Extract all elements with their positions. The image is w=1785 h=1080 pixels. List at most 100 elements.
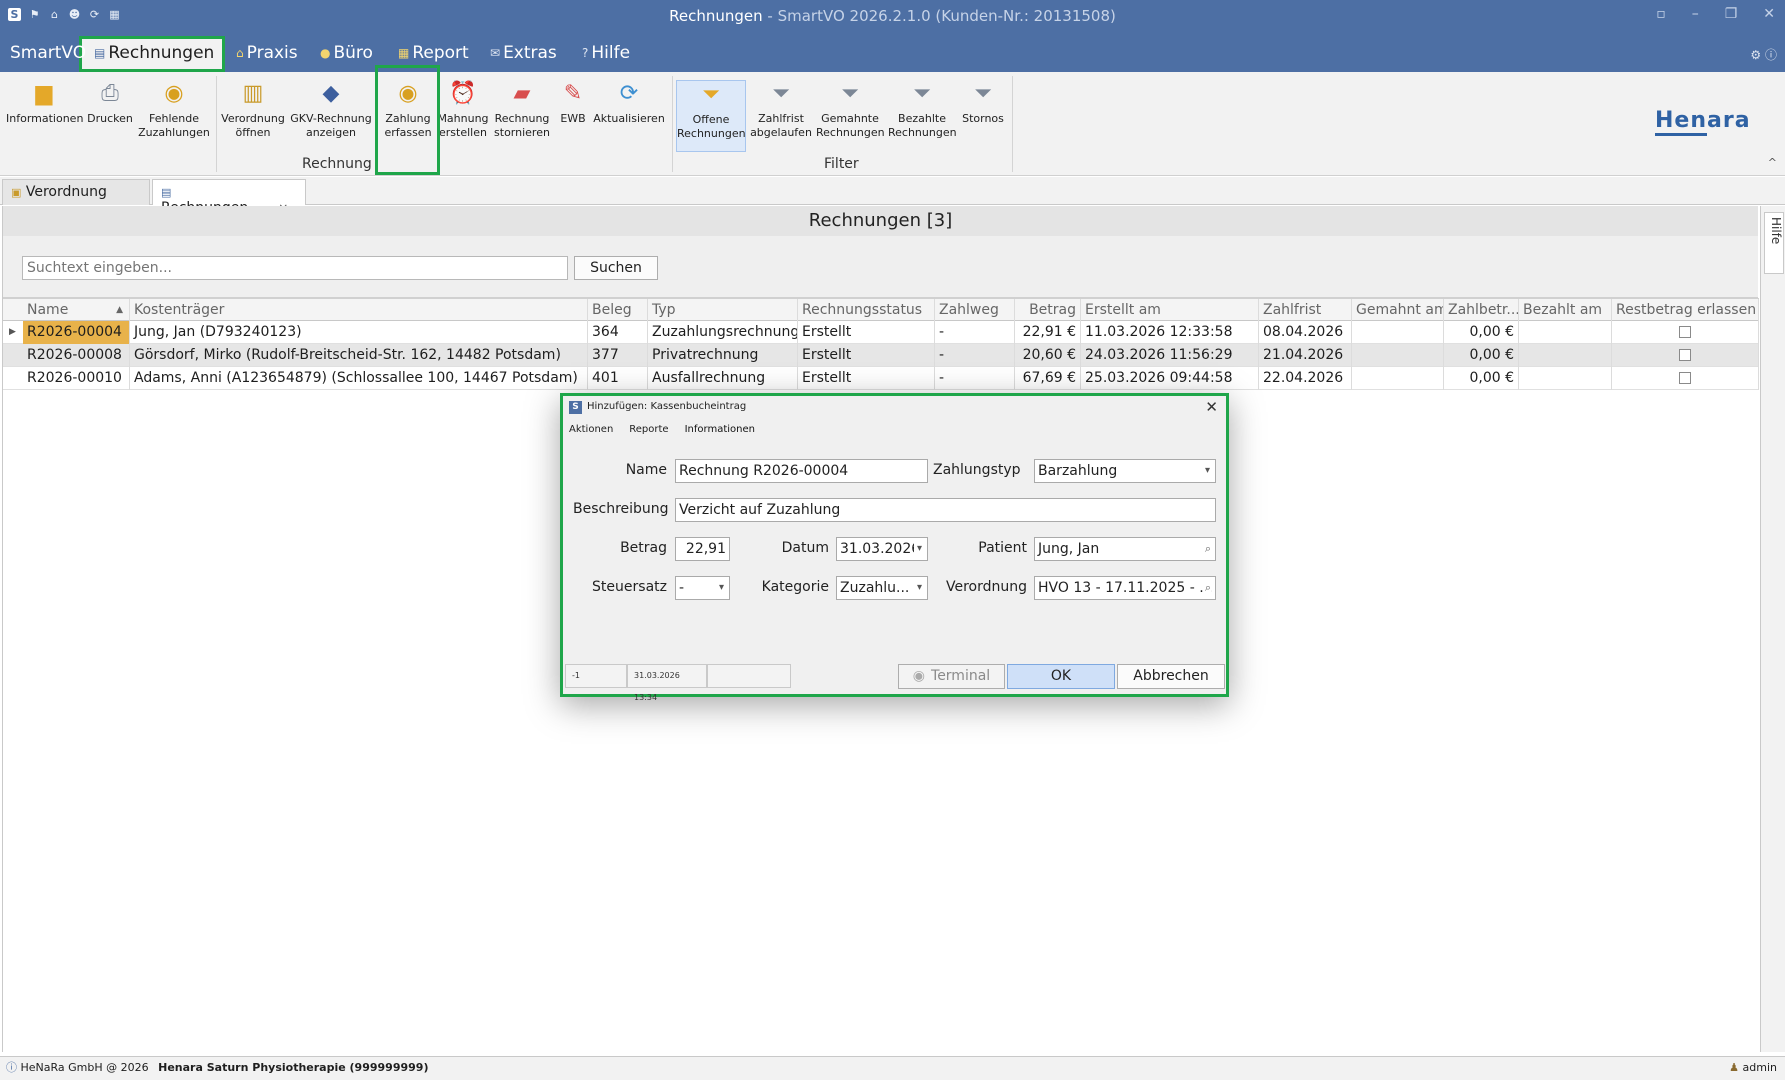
col-zahlbetrag[interactable]: Zahlbetr... — [1444, 299, 1519, 322]
dialog-close-icon[interactable]: ✕ — [1205, 396, 1218, 418]
cell-beleg[interactable]: 364 — [588, 321, 648, 344]
patient-lookup[interactable]: Jung, Jan ⌕ — [1034, 537, 1216, 561]
cell-name[interactable]: R2026-00008 — [23, 344, 130, 367]
menu-buero[interactable]: ● Büro — [320, 41, 373, 65]
cell-kostentraeger[interactable]: Jung, Jan (D793240123) — [130, 321, 588, 344]
mahnung-erstellen-button[interactable]: ⏰ Mahnung erstellen — [436, 80, 490, 140]
ok-button[interactable]: OK — [1007, 664, 1115, 689]
fehlende-zuzahlungen-button[interactable]: ◉ Fehlende Zuzahlungen — [138, 80, 210, 140]
minimize-icon[interactable]: – — [1692, 6, 1699, 22]
cell-typ[interactable]: Privatrechnung — [648, 344, 798, 367]
tab-verordnung[interactable]: ▣ Verordnung — [2, 179, 150, 205]
close-icon[interactable]: ✕ — [1763, 6, 1775, 22]
tab-rechnungen[interactable]: ▤ Rechnungen× — [152, 179, 306, 216]
cell-beleg[interactable]: 377 — [588, 344, 648, 367]
cell-zahlfrist[interactable]: 08.04.2026 — [1259, 321, 1352, 344]
cell-betrag[interactable]: 20,60 € — [1015, 344, 1081, 367]
restbetrag-checkbox[interactable] — [1679, 349, 1691, 361]
options-icon[interactable]: ⚙ ⓘ — [1750, 46, 1777, 63]
search-icon[interactable]: ⌕ — [1205, 538, 1211, 560]
restbetrag-checkbox[interactable] — [1679, 326, 1691, 338]
restbetrag-checkbox[interactable] — [1679, 372, 1691, 384]
cell-gemahnt-am[interactable] — [1352, 367, 1444, 390]
menu-praxis[interactable]: ⌂ Praxis — [236, 41, 298, 65]
cell-name[interactable]: R2026-00010 — [23, 367, 130, 390]
col-erstellt-am[interactable]: Erstellt am — [1081, 299, 1259, 322]
search-input[interactable] — [22, 256, 568, 280]
drucken-button[interactable]: ⎙ Drucken — [86, 80, 134, 126]
dialog-menu-reporte[interactable]: Reporte — [629, 424, 668, 435]
ribbon-collapse-icon[interactable]: ^ — [1768, 156, 1777, 169]
cell-zahlbetrag[interactable]: 0,00 € — [1444, 367, 1519, 390]
cell-erstellt-am[interactable]: 24.03.2026 11:56:29 — [1081, 344, 1259, 367]
datum-field[interactable]: 31.03.2026 ▾ — [836, 537, 928, 561]
filter-bezahlte-rechnungen[interactable]: ⏷ Bezahlte Rechnungen — [888, 80, 957, 140]
steuersatz-select[interactable]: - ▾ — [675, 576, 730, 600]
ewb-button[interactable]: ✎ EWB — [556, 80, 590, 126]
filter-zahlfrist-abgelaufen[interactable]: ⏷ Zahlfrist abgelaufen — [750, 80, 812, 140]
aktualisieren-button[interactable]: ⟳ Aktualisieren — [592, 80, 666, 126]
cell-kostentraeger[interactable]: Adams, Anni (A123654879) (Schlossallee 1… — [130, 367, 588, 390]
table-row[interactable]: R2026-00008 Görsdorf, Mirko (Rudolf-Brei… — [3, 344, 1759, 367]
menu-hilfe[interactable]: ? Hilfe — [582, 41, 630, 65]
cancel-button[interactable]: Abbrechen — [1117, 664, 1225, 689]
col-zahlweg[interactable]: Zahlweg — [935, 299, 1015, 322]
cell-betrag[interactable]: 22,91 € — [1015, 321, 1081, 344]
col-rechnungsstatus[interactable]: Rechnungsstatus — [798, 299, 935, 322]
side-tab-hilfe[interactable]: Hilfe — [1764, 212, 1784, 274]
cell-zahlbetrag[interactable]: 0,00 € — [1444, 321, 1519, 344]
cell-betrag[interactable]: 67,69 € — [1015, 367, 1081, 390]
col-name[interactable]: Name ▲ — [23, 299, 130, 322]
cell-bezahlt-am[interactable] — [1519, 344, 1612, 367]
verordnung-lookup[interactable]: HVO 13 - 17.11.2025 - ... ⌕ — [1034, 576, 1216, 600]
cell-bezahlt-am[interactable] — [1519, 367, 1612, 390]
cell-name[interactable]: R2026-00004 — [23, 321, 130, 344]
cell-zahlweg[interactable]: - — [935, 321, 1015, 344]
cell-typ[interactable]: Zuzahlungsrechnung — [648, 321, 798, 344]
cell-zahlfrist[interactable]: 22.04.2026 — [1259, 367, 1352, 390]
filter-stornos[interactable]: ⏷ Stornos — [958, 80, 1008, 126]
col-typ[interactable]: Typ — [648, 299, 798, 322]
menu-extras[interactable]: ✉ Extras — [490, 41, 557, 65]
search-button[interactable]: Suchen — [574, 256, 658, 280]
cell-gemahnt-am[interactable] — [1352, 321, 1444, 344]
col-kostentraeger[interactable]: Kostenträger — [130, 299, 588, 322]
menu-report[interactable]: ▦ Report — [398, 41, 469, 65]
verordnung-oeffnen-button[interactable]: ▥ Verordnung öffnen — [220, 80, 286, 140]
terminal-button[interactable]: ◉ Terminal — [898, 664, 1005, 689]
col-zahlfrist[interactable]: Zahlfrist — [1259, 299, 1352, 322]
cell-kostentraeger[interactable]: Görsdorf, Mirko (Rudolf-Breitscheid-Str.… — [130, 344, 588, 367]
cell-typ[interactable]: Ausfallrechnung — [648, 367, 798, 390]
name-field[interactable]: Rechnung R2026-00004 — [675, 459, 928, 483]
cell-bezahlt-am[interactable] — [1519, 321, 1612, 344]
filter-offene-rechnungen[interactable]: ⏷ Offene Rechnungen — [676, 80, 746, 152]
gkv-rechnung-button[interactable]: ◆ GKV-Rechnung anzeigen — [290, 80, 372, 140]
informationen-button[interactable]: ▆ Informationen — [6, 80, 83, 126]
cell-erstellt-am[interactable]: 11.03.2026 12:33:58 — [1081, 321, 1259, 344]
cell-gemahnt-am[interactable] — [1352, 344, 1444, 367]
search-icon[interactable]: ⌕ — [1202, 577, 1211, 599]
dialog-menu-aktionen[interactable]: Aktionen — [569, 424, 613, 435]
col-bezahlt-am[interactable]: Bezahlt am — [1519, 299, 1612, 322]
cell-zahlweg[interactable]: - — [935, 344, 1015, 367]
filter-gemahnte-rechnungen[interactable]: ⏷ Gemahnte Rechnungen — [816, 80, 885, 140]
maximize-icon[interactable]: ❐ — [1725, 6, 1738, 22]
kategorie-select[interactable]: Zuzahlu... ▾ — [836, 576, 928, 600]
col-beleg[interactable]: Beleg — [588, 299, 648, 322]
cell-zahlfrist[interactable]: 21.04.2026 — [1259, 344, 1352, 367]
cell-zahlbetrag[interactable]: 0,00 € — [1444, 344, 1519, 367]
table-row[interactable]: ▶ R2026-00004 Jung, Jan (D793240123) 364… — [3, 321, 1759, 344]
col-restbetrag-erlassen[interactable]: Restbetrag erlassen — [1612, 299, 1759, 322]
zahlungstyp-select[interactable]: Barzahlung ▾ — [1034, 459, 1216, 483]
restore-layout-icon[interactable]: ▫ — [1656, 6, 1666, 22]
cell-beleg[interactable]: 401 — [588, 367, 648, 390]
status-user[interactable]: ♟ admin — [1729, 1057, 1777, 1079]
beschreibung-field[interactable]: Verzicht auf Zuzahlung — [675, 498, 1216, 522]
cell-erstellt-am[interactable]: 25.03.2026 09:44:58 — [1081, 367, 1259, 390]
col-gemahnt-am[interactable]: Gemahnt am — [1352, 299, 1444, 322]
rechnung-stornieren-button[interactable]: ▰ Rechnung stornieren — [492, 80, 552, 140]
menu-rechnungen[interactable]: ▤ Rechnungen — [94, 41, 214, 65]
cell-status[interactable]: Erstellt — [798, 344, 935, 367]
dialog-menu-informationen[interactable]: Informationen — [685, 424, 755, 435]
cell-zahlweg[interactable]: - — [935, 367, 1015, 390]
